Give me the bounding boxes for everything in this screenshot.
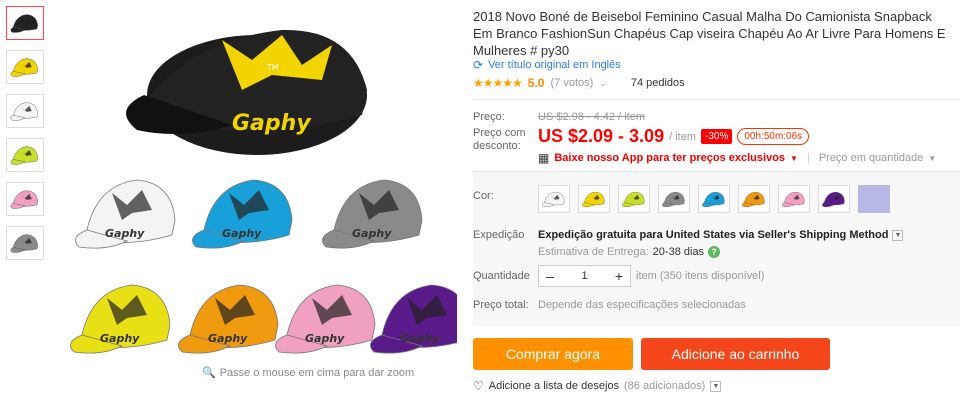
rating-value: 5.0 [527,76,545,90]
total-price-value: Depende das especificações selecionadas [538,299,746,311]
quantity-available: item (350 itens disponível) [636,270,765,282]
help-icon[interactable]: ? [708,246,721,258]
color-swatch-5[interactable] [698,185,730,213]
plus-button[interactable]: + [608,268,630,284]
main-cap-image: Gaphy TM [126,29,367,155]
delivery-estimate: Estimativa de Entrega: 20-38 dias ? [538,246,721,258]
countdown-timer: 00h:50m:06s [737,128,810,145]
quantity-stepper: – 1 + [538,265,631,287]
discount-price-row: US $2.09 - 3.09 / item -30% 00h:50m:06s [538,126,810,147]
quantity-label: Quantidade [473,270,530,282]
thumbnail-2[interactable] [6,50,44,84]
quantity-input[interactable]: 1 [561,270,608,282]
color-swatch-6[interactable] [738,185,770,213]
quantity-price-link[interactable]: Preço em quantidade [819,152,924,164]
chevron-down-icon[interactable]: ▼ [892,229,904,241]
thumbnail-1[interactable] [6,6,44,40]
qr-code-icon: ▦ [538,151,550,165]
svg-text:Gaphy: Gaphy [305,332,345,345]
svg-text:Gaphy: Gaphy [352,227,392,240]
grid-cap-image: Gaphy [275,284,376,354]
orders-count: 74 pedidos [630,77,685,89]
color-swatch-1[interactable] [538,185,570,213]
wishlist-link[interactable]: Adicione a lista de desejos [489,380,619,392]
grid-cap-image: Gaphy [322,179,423,249]
discount-price: US $2.09 - 3.09 [538,126,665,146]
shipping-method[interactable]: Expedição gratuita para United States vi… [538,229,904,241]
rating-row: ★★★★★ 5.0 (7 votos) ⌄ 74 pedidos [473,76,685,90]
product-title: 2018 Novo Boné de Beisebol Feminino Casu… [473,9,946,58]
thumbnail-list [6,6,46,270]
grid-cap-image: Gaphy [192,179,293,249]
grid-cap-image: Gaphy [178,284,279,354]
thumbnail-4[interactable] [6,138,44,172]
caret-down-icon[interactable]: ▼ [790,154,798,163]
svg-text:Gaphy: Gaphy [100,332,140,345]
svg-text:Gaphy: Gaphy [208,332,248,345]
price-unit: / item [669,130,696,143]
zoom-hint: 🔍 Passe o mouse em cima para dar zoom [202,366,415,380]
translate-icon: ⟳ [473,58,484,72]
star-rating-icon: ★★★★★ [473,76,523,90]
product-image: Gaphy TM Gaphy Gaphy GaphyGaphy Gaphy Gaphy G… [70,29,457,354]
color-swatches [538,185,890,213]
color-swatch-3[interactable] [618,185,650,213]
translate-title-link[interactable]: ⟳ Ver título original em Inglês [473,58,621,72]
svg-text:Gaphy: Gaphy [232,111,312,136]
votes-count[interactable]: (7 votos) [550,77,593,89]
total-price-label: Preço total: [473,299,529,311]
app-promo-link[interactable]: Baixe nosso App para ter preços exclusiv… [554,152,785,164]
product-details: 2018 Novo Boné de Beisebol Feminino Casu… [473,0,960,400]
buy-now-button[interactable]: Comprar agora [473,338,633,370]
grid-cap-image: Gaphy [70,284,171,354]
original-price: US $2.98 - 4.42 / item [538,111,645,123]
color-swatch-plain[interactable] [858,185,890,213]
chevron-down-icon[interactable]: ▼ [710,380,722,392]
svg-text:Gaphy: Gaphy [105,227,145,240]
grid-cap-image: Gaphy [75,179,176,249]
caret-down-icon[interactable]: ▼ [928,154,936,163]
magnifier-icon: 🔍 [202,367,216,379]
divider [473,99,960,100]
thumbnail-6[interactable] [6,226,44,260]
price-label: Preço: [473,111,505,123]
grid-cap-image: Gaphy [370,284,457,354]
thumbnail-5[interactable] [6,182,44,216]
separator: | [806,152,810,164]
color-swatch-2[interactable] [578,185,610,213]
color-swatch-8[interactable] [818,185,850,213]
wishlist-row[interactable]: ♡ Adicione a lista de desejos (86 adicio… [473,379,722,393]
svg-text:TM: TM [266,63,279,72]
color-swatch-7[interactable] [778,185,810,213]
add-to-cart-button[interactable]: Adicione ao carrinho [641,338,830,370]
discount-badge: -30% [701,129,733,144]
wishlist-count: (86 adicionados) [624,380,706,392]
minus-button[interactable]: – [539,268,561,284]
thumbnail-3[interactable] [6,94,44,128]
color-swatch-4[interactable] [658,185,690,213]
svg-text:Gaphy: Gaphy [400,332,440,345]
app-promo-row: ▦ Baixe nosso App para ter preços exclus… [538,151,936,165]
heart-plus-icon: ♡ [473,379,484,393]
product-image-viewer[interactable]: Gaphy TM Gaphy Gaphy Gaphy Gaphy Gaphy Gaphy G… [52,0,457,390]
shipping-label: Expedição [473,229,525,241]
chevron-down-icon[interactable]: ⌄ [599,78,607,89]
discount-price-label: Preço com desconto: [473,127,526,152]
color-label: Cor: [473,190,494,202]
svg-text:Gaphy: Gaphy [222,227,262,240]
